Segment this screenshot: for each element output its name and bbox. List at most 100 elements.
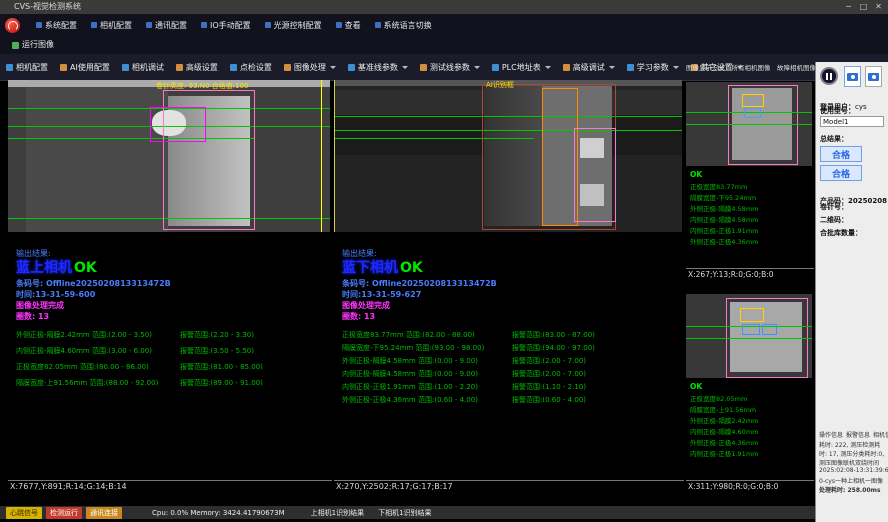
measurement-value: 外侧正极-正极4.36mm 范围:(0.60 - 4.00)	[342, 395, 478, 405]
minimize-button[interactable]: ─	[841, 0, 856, 14]
mini-camera-image-top[interactable]	[686, 82, 812, 166]
info-tab-operation[interactable]: 操作信息	[819, 430, 843, 439]
tool-icon	[492, 64, 499, 71]
toolbar-item-camera-debug[interactable]: 相机调试	[122, 62, 164, 73]
overlay-detect-rect	[574, 128, 616, 222]
info-line: 耗时: 222, 测压检测耗	[819, 440, 880, 449]
alarm-range: 报警范围:(2.20 - 3.30)	[180, 330, 254, 340]
camera-name: 蓝下相机	[342, 260, 398, 276]
camera-view-button-1[interactable]	[844, 66, 861, 87]
menu-item-light-control[interactable]: 光源控制配置	[265, 20, 322, 31]
toolbar-label: 基准线参数	[358, 62, 398, 73]
menu-item-view[interactable]: 查看	[336, 20, 361, 31]
camera-panel-upper: 卷针高度: 93.N0 合格值:100 输出结果: 蓝上相机OK 条码号: Of…	[8, 80, 330, 492]
image-icon	[12, 42, 19, 49]
info-line: 时: 17, 测压分类耗时:0,	[819, 449, 884, 458]
sidebar: 登录用户：cys 使用型号： Model1 总结果： 合格 合格 产品码：202…	[815, 62, 888, 522]
overlay-detect-rect	[742, 324, 760, 335]
login-user-value: cys	[855, 103, 867, 111]
info-tab-alarm[interactable]: 报警信息	[846, 430, 870, 439]
tool-icon	[420, 64, 427, 71]
pause-icon	[826, 73, 828, 80]
menu-item-label: 查看	[345, 20, 361, 31]
tool-icon	[60, 64, 67, 71]
measurement-value: 外侧正极-隔膜4.58mm 范围:(0.00 - 9.00)	[342, 356, 478, 366]
display-mode-bar[interactable]: 图像显示方式：所有相机图像 故障相机图像	[686, 62, 812, 74]
result-status: OK	[74, 260, 97, 276]
toolbar-label: 高级调试	[573, 62, 605, 73]
info-tab-camera[interactable]: 相机信息	[873, 430, 888, 439]
alarm-range: 报警范围:(81.00 - 85.00)	[180, 362, 263, 372]
app-logo-icon	[5, 18, 20, 33]
menu-item-camera-config[interactable]: 相机配置	[91, 20, 132, 31]
measurement-value: 内侧正极-正极1.91mm 范围:(1.00 - 2.20)	[342, 382, 478, 392]
menu-item-io-manual[interactable]: IO手动配置	[201, 20, 251, 31]
mini-camera-image-bottom[interactable]	[686, 294, 812, 378]
toolbar-item-baseline-params[interactable]: 基准线参数	[348, 62, 408, 73]
model-select[interactable]: Model1	[820, 116, 884, 127]
overlay-detect-rect	[150, 107, 206, 142]
toolbar-item-advanced-settings[interactable]: 高级设置	[176, 62, 218, 73]
cpu-memory-status: Cpu: 0.0% Memory: 3424.41790673M	[152, 509, 285, 517]
menu-icon	[336, 22, 342, 28]
alarm-range: 报警范围:(0.60 - 4.00)	[512, 395, 586, 405]
tool-icon	[6, 64, 13, 71]
toolbar-label: 图像处理	[294, 62, 326, 73]
toolbar-item-advanced-debug[interactable]: 高级调试	[563, 62, 615, 73]
camera-panel-lower: AI识别框 输出结果: 蓝下相机OK 条码号: Offline202502081…	[334, 80, 682, 492]
menu-item-label: 光源控制配置	[274, 20, 322, 31]
menu-icon	[375, 22, 381, 28]
tool-icon	[348, 64, 355, 71]
tab-label: 运行图像	[22, 36, 54, 54]
product-code-value: 20250208	[848, 197, 887, 205]
menu-item-language[interactable]: 系统语言切换	[375, 20, 432, 31]
pixel-status-bar: X:270,Y:2502;R:17;G:17;B:17	[334, 480, 684, 493]
bottom-status-bar: 心跳信号 检测运行 通讯连接 Cpu: 0.0% Memory: 3424.41…	[0, 506, 815, 519]
menu-item-label: 通讯配置	[155, 20, 187, 31]
measurement-value: 正极宽度83.77mm 范围:(82.00 - 88.00)	[342, 330, 475, 340]
info-line: 2025:02:08-13:31:39:65	[819, 467, 888, 474]
camera-view-button-2[interactable]	[865, 66, 882, 87]
measurement-value: 外侧正极-隔膜2.42mm	[690, 415, 758, 425]
camera-image-upper[interactable]: 卷针高度: 93.N0 合格值:100	[8, 80, 330, 232]
overlay-ai-rect	[542, 88, 578, 226]
measurement-value: 正极宽度82.05mm	[690, 393, 747, 403]
toolbar-label: 高级设置	[186, 62, 218, 73]
menu-icon	[36, 22, 42, 28]
camera-icon	[847, 73, 858, 81]
toolbar-item-camera-config[interactable]: 相机配置	[6, 62, 48, 73]
alarm-range: 报警范围:(1.10 - 2.10)	[512, 382, 586, 392]
time-line: 时间:13-31-59-627	[342, 289, 421, 300]
tool-icon	[563, 64, 570, 71]
close-button[interactable]: ✕	[871, 0, 886, 14]
pause-button[interactable]	[820, 67, 838, 85]
turns-line: 圈数: 13	[16, 311, 49, 322]
toolbar-item-learning-params[interactable]: 学习参数	[627, 62, 679, 73]
menu-icon	[146, 22, 152, 28]
mini-view-column: 图像显示方式：所有相机图像 故障相机图像 OK 正极宽度83.77mm 隔膜宽度…	[686, 62, 812, 492]
alarm-range: 报警范围:(2.00 - 7.00)	[512, 356, 586, 366]
measurement-value: 外侧正极-正极4.36mm	[690, 236, 758, 246]
info-tab-row: 操作信息 报警信息 相机信息	[819, 430, 888, 439]
camera-image-lower[interactable]: AI识别框	[334, 80, 682, 232]
window-title: CVS-视觉检测系统	[14, 2, 81, 11]
alarm-range: 报警范围:(3.50 - 5.50)	[180, 346, 254, 356]
toolbar-item-ai-config[interactable]: AI使用配置	[60, 62, 110, 73]
toolbar-label: 相机配置	[16, 62, 48, 73]
toolbar-label: 点检设置	[240, 62, 272, 73]
menu-item-label: 系统语言切换	[384, 20, 432, 31]
toolbar-item-testline-params[interactable]: 测试线参数	[420, 62, 480, 73]
toolbar-item-image-processing[interactable]: 图像处理	[284, 62, 336, 73]
barcode-line: 条码号: Offline2025020813313472B	[16, 278, 171, 289]
toolbar-item-plc-address[interactable]: PLC地址表	[492, 62, 551, 73]
tool-icon	[284, 64, 291, 71]
menu-item-comm-config[interactable]: 通讯配置	[146, 20, 187, 31]
menu-item-system-config[interactable]: 系统配置	[36, 20, 77, 31]
maximize-button[interactable]: □	[856, 0, 871, 14]
toolbar-label: 测试线参数	[430, 62, 470, 73]
measurement-value: 内侧正极-隔膜4.58mm	[690, 214, 758, 224]
barcode-line: 条码号: Offline2025020813313472B	[342, 278, 497, 289]
toolbar-item-spot-check[interactable]: 点检设置	[230, 62, 272, 73]
pixel-status-bar: X:311;Y:980;R:0;G:0;B:0	[686, 480, 814, 493]
tab-run-image[interactable]: 运行图像	[12, 36, 54, 54]
